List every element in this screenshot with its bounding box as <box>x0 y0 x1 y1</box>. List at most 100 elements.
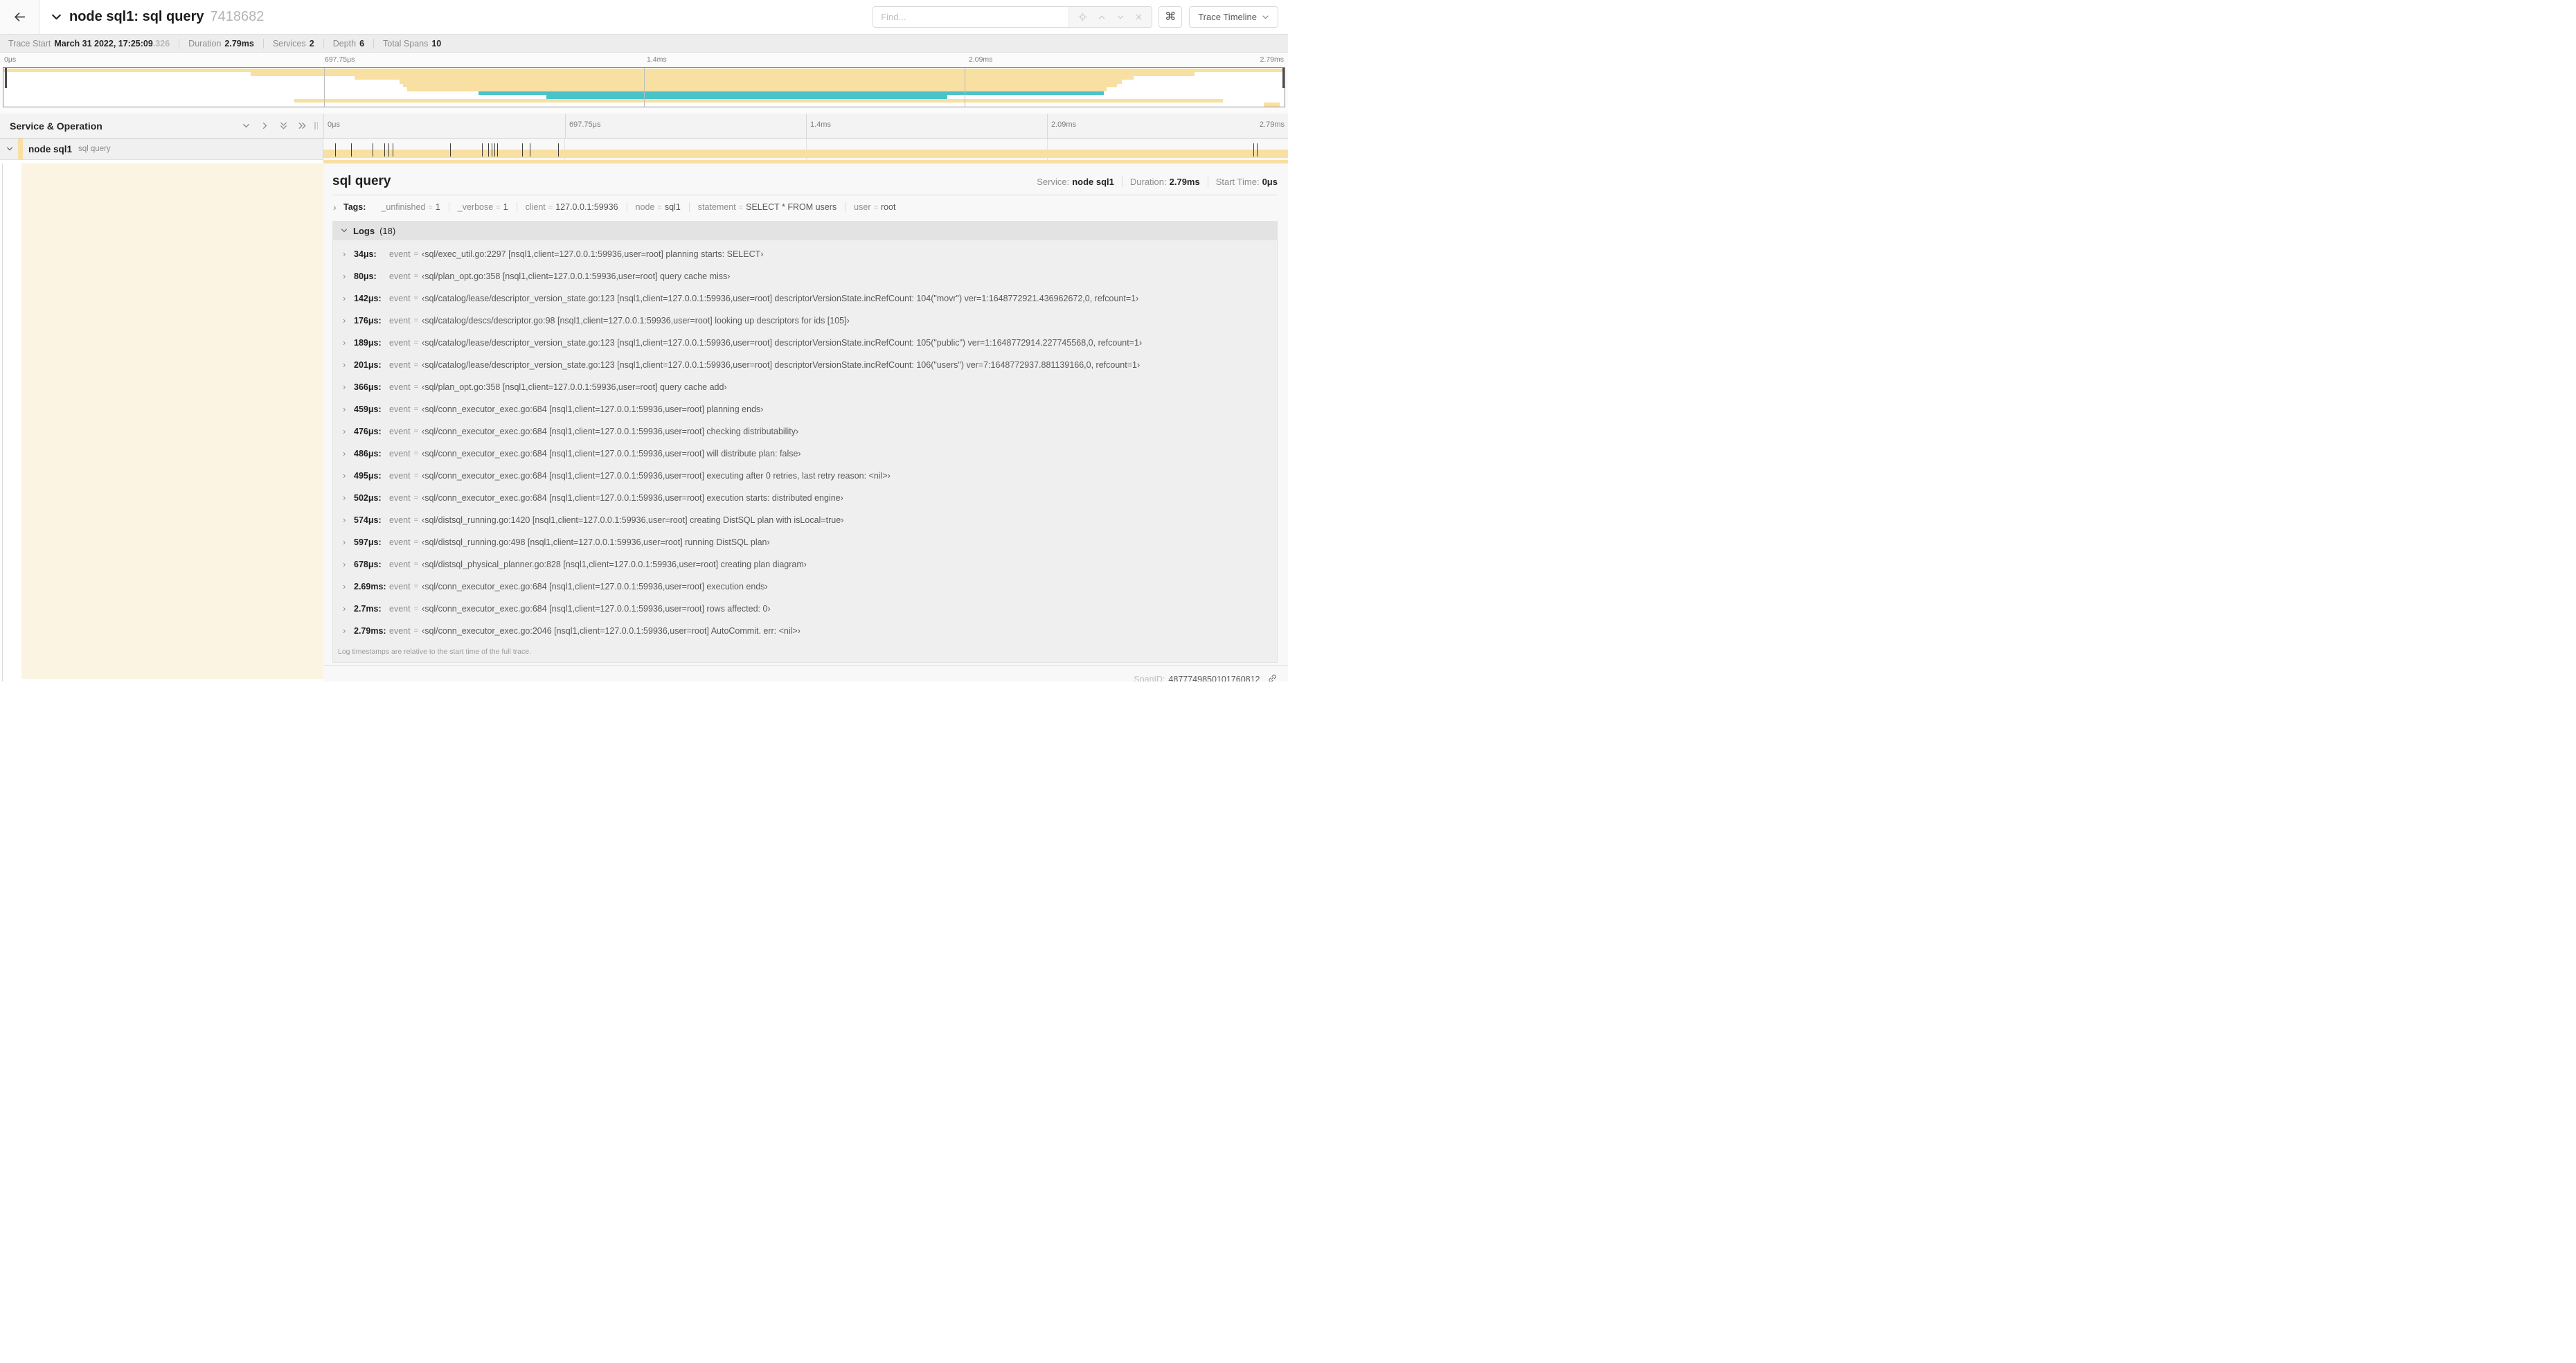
log-entry[interactable]: › 142μs: event = ‹sql/catalog/lease/desc… <box>333 287 1277 310</box>
span-bar-track[interactable] <box>323 139 1288 160</box>
trace-minimap: 0μs 697.75μs 1.4ms 2.09ms 2.79ms <box>0 53 1288 114</box>
chevron-down-icon <box>1262 15 1269 19</box>
trace-id: 7418682 <box>210 9 265 24</box>
chevron-right-icon[interactable]: › <box>343 271 354 281</box>
span-color-accent <box>18 139 23 159</box>
minimap-tick-label: 2.79ms <box>1260 55 1284 64</box>
log-marker <box>350 143 352 157</box>
log-entry[interactable]: › 486μs: event = ‹sql/conn_executor_exec… <box>333 443 1277 465</box>
span-children-indent <box>21 163 323 679</box>
chevron-right-icon[interactable]: › <box>343 337 354 348</box>
log-entry[interactable]: › 574μs: event = ‹sql/distsql_running.go… <box>333 509 1277 531</box>
find-input[interactable] <box>873 7 1069 27</box>
span-collapse-icon[interactable] <box>6 145 15 153</box>
minimap-canvas[interactable] <box>3 67 1285 107</box>
log-entry[interactable]: › 2.7ms: event = ‹sql/conn_executor_exec… <box>333 598 1277 620</box>
back-button[interactable] <box>0 0 39 34</box>
log-entry[interactable]: › 189μs: event = ‹sql/catalog/lease/desc… <box>333 332 1277 354</box>
span-id-value: 4877749850101760812 <box>1168 674 1260 682</box>
chevron-right-icon[interactable]: › <box>343 249 354 259</box>
deep-link-icon[interactable] <box>1267 673 1278 682</box>
locate-icon[interactable] <box>1077 12 1088 22</box>
view-options-dropdown[interactable]: Trace Timeline <box>1189 6 1278 28</box>
log-entry[interactable]: › 2.79ms: event = ‹sql/conn_executor_exe… <box>333 620 1277 642</box>
span-tree-cell[interactable]: node sql1 sql query <box>0 139 323 160</box>
log-entry[interactable]: › 678μs: event = ‹sql/distsql_physical_p… <box>333 553 1277 576</box>
title-bar: node sql1: sql query 7418682 ⌘ Trace Tim… <box>0 0 1288 34</box>
log-marker <box>388 143 390 157</box>
minimap-tick-label: 0μs <box>4 55 17 64</box>
indent-guide-line <box>2 163 3 682</box>
clear-find-icon[interactable] <box>1134 12 1143 21</box>
trace-info-item: Depth 6 <box>323 38 373 48</box>
log-marker <box>488 143 489 157</box>
log-entry[interactable]: › 476μs: event = ‹sql/conn_executor_exec… <box>333 420 1277 443</box>
collapse-one-level-icon[interactable] <box>260 121 270 131</box>
log-entry[interactable]: › 80μs: event = ‹sql/plan_opt.go:358 [ns… <box>333 265 1277 287</box>
span-detail-header: sql query Service: node sql1 Duration: 2.79… <box>323 163 1288 189</box>
chevron-right-icon[interactable]: › <box>343 470 354 481</box>
chevron-right-icon[interactable]: › <box>343 559 354 569</box>
span-meta-item: Service: node sql1 <box>1037 176 1114 187</box>
span-meta-item: Duration: 2.79ms <box>1121 176 1200 187</box>
span-id-row: SpanID: 4877749850101760812 <box>323 664 1288 682</box>
log-marker <box>521 143 523 157</box>
minimap-scrubber-right[interactable] <box>1282 68 1285 88</box>
timeline-tick: 2.09ms <box>1047 114 1076 138</box>
chevron-right-icon[interactable]: › <box>343 315 354 326</box>
chevron-right-icon[interactable]: › <box>343 625 354 636</box>
chevron-right-icon[interactable]: › <box>343 382 354 392</box>
chevron-right-icon[interactable]: › <box>343 537 354 547</box>
tags-row[interactable]: › Tags: _unfinished = 1 _verbose = 1 client = 12… <box>323 195 1288 214</box>
log-entry[interactable]: › 502μs: event = ‹sql/conn_executor_exec… <box>333 487 1277 509</box>
log-entry[interactable]: › 495μs: event = ‹sql/conn_executor_exec… <box>333 465 1277 487</box>
next-result-icon[interactable] <box>1116 12 1125 22</box>
logs-note: Log timestamps are relative to the start… <box>338 647 531 656</box>
chevron-right-icon[interactable]: › <box>343 603 354 614</box>
log-entry[interactable]: › 597μs: event = ‹sql/distsql_running.go… <box>333 531 1277 553</box>
chevron-right-icon[interactable]: › <box>343 581 354 591</box>
chevron-right-icon[interactable]: › <box>343 448 354 458</box>
chevron-right-icon[interactable]: › <box>333 202 343 213</box>
chevron-right-icon[interactable]: › <box>343 492 354 503</box>
minimap-tick-label: 1.4ms <box>647 55 667 64</box>
log-list: › 34μs: event = ‹sql/exec_util.go:2297 [… <box>333 240 1277 642</box>
log-marker <box>1253 143 1255 157</box>
minimap-tick-label: 2.09ms <box>969 55 993 64</box>
log-marker <box>334 143 336 157</box>
log-entry[interactable]: › 2.69ms: event = ‹sql/conn_executor_exe… <box>333 576 1277 598</box>
log-marker <box>449 143 451 157</box>
prev-result-icon[interactable] <box>1097 12 1107 22</box>
logs-header[interactable]: Logs (18) <box>333 221 1277 240</box>
chevron-right-icon[interactable]: › <box>343 426 354 436</box>
span-duration-bar[interactable] <box>323 150 1288 158</box>
timeline-header: 0μs 697.75μs 1.4ms 2.09ms 2.79ms <box>323 114 1288 138</box>
column-resize-grip[interactable] <box>314 122 318 130</box>
log-marker <box>557 143 559 157</box>
log-marker <box>494 143 496 157</box>
minimap-tick-label: 697.75μs <box>325 55 355 64</box>
grid-header: Service & Operation 0μs 697.75μs 1.4ms 2… <box>0 114 1288 139</box>
log-entry[interactable]: › 459μs: event = ‹sql/conn_executor_exec… <box>333 398 1277 420</box>
chevron-down-icon[interactable] <box>340 226 348 235</box>
expand-one-level-icon[interactable] <box>241 121 251 131</box>
span-title: sql query <box>332 173 391 188</box>
log-entry[interactable]: › 34μs: event = ‹sql/exec_util.go:2297 [… <box>333 243 1277 265</box>
log-entry[interactable]: › 176μs: event = ‹sql/catalog/descs/desc… <box>333 310 1277 332</box>
minimap-span-bar <box>1264 103 1280 107</box>
log-entry[interactable]: › 201μs: event = ‹sql/catalog/lease/desc… <box>333 354 1277 376</box>
chevron-right-icon[interactable]: › <box>343 359 354 370</box>
span-timeline-cell[interactable] <box>323 139 1288 160</box>
span-row[interactable]: node sql1 sql query <box>0 139 1288 160</box>
log-entry[interactable]: › 366μs: event = ‹sql/plan_opt.go:358 [n… <box>333 376 1277 398</box>
chevron-right-icon[interactable]: › <box>343 515 354 525</box>
span-operation-name: sql query <box>78 145 111 153</box>
title-collapse-icon[interactable] <box>51 11 62 23</box>
chevron-right-icon[interactable]: › <box>343 293 354 303</box>
minimap-scrubber-left[interactable] <box>5 68 7 88</box>
collapse-all-icon[interactable] <box>297 121 307 131</box>
expand-all-icon[interactable] <box>278 121 289 131</box>
chevron-right-icon[interactable]: › <box>343 404 354 414</box>
keyboard-shortcuts-button[interactable]: ⌘ <box>1159 6 1183 28</box>
log-marker <box>384 143 385 157</box>
